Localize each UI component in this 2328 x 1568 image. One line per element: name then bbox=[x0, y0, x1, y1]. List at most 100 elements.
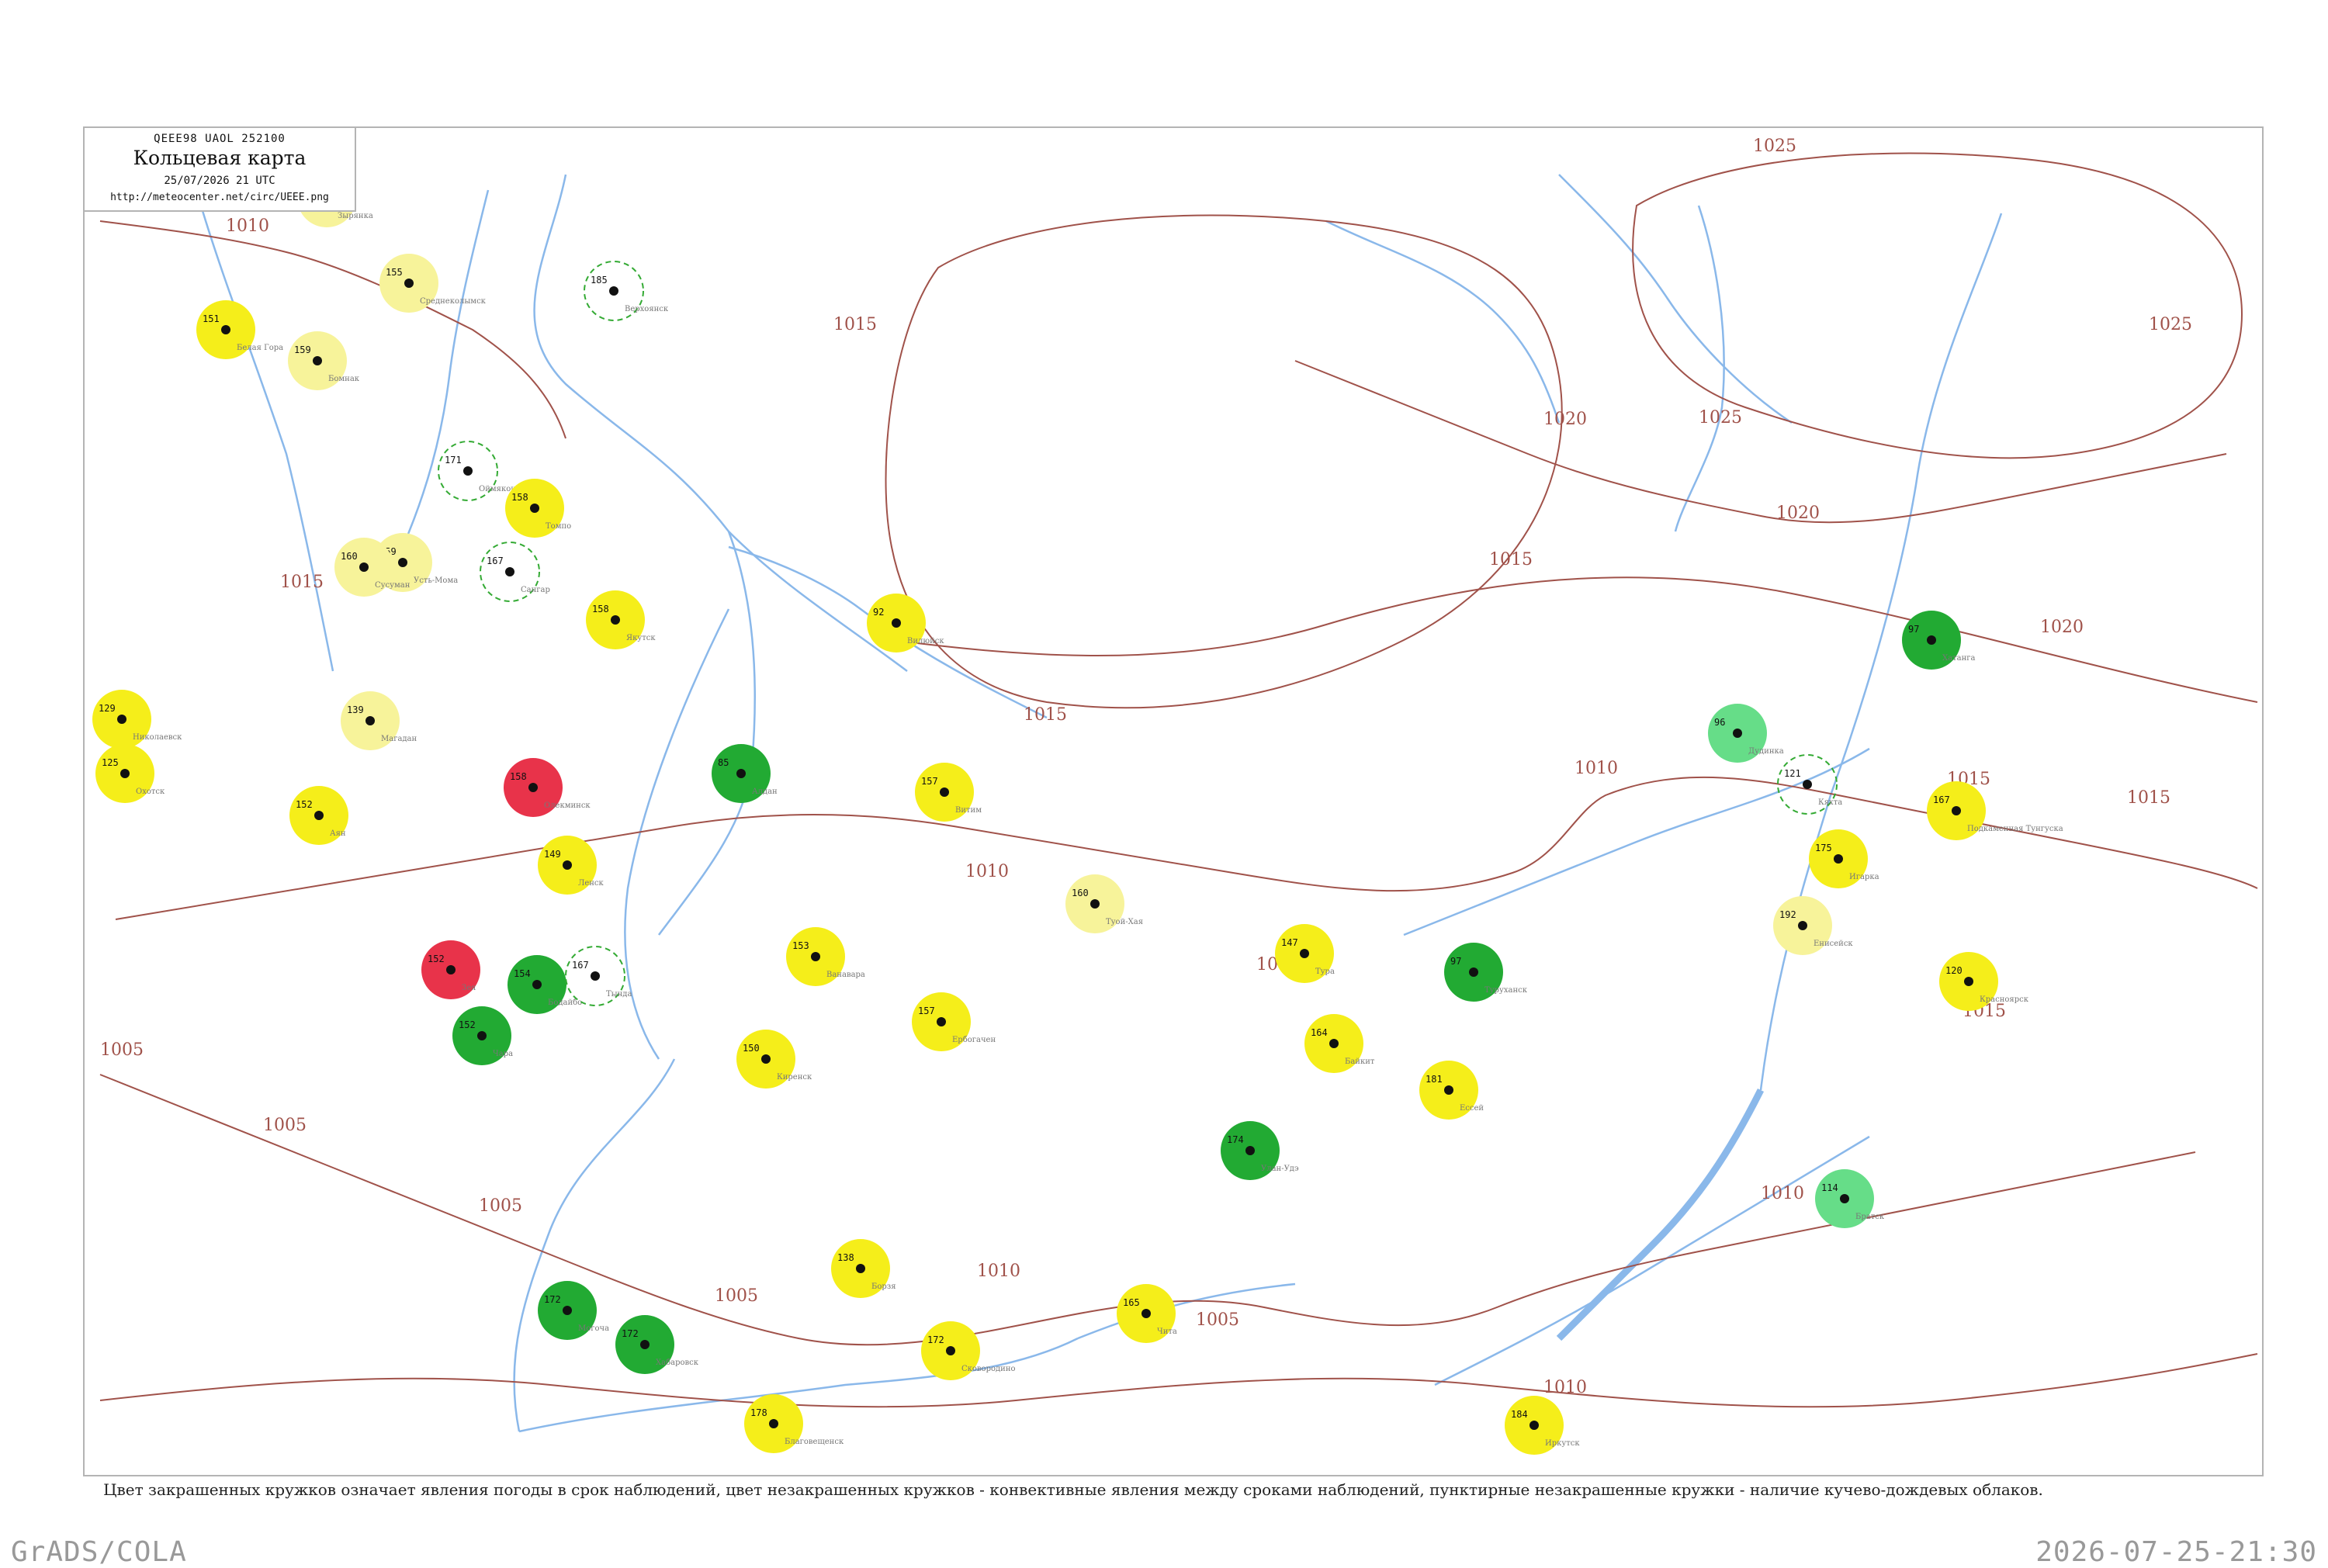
isobar-label: 1005 bbox=[1196, 1310, 1239, 1330]
station[interactable]: 97 Хатанга bbox=[1902, 611, 1975, 670]
station[interactable]: 165 Чита bbox=[1117, 1284, 1177, 1343]
station-value: 149 bbox=[544, 849, 561, 860]
station-value: 181 bbox=[1426, 1074, 1443, 1085]
station[interactable]: 175 Игарка bbox=[1809, 829, 1879, 888]
station[interactable]: 167 Тында bbox=[565, 946, 632, 1006]
station-name: Игарка bbox=[1849, 873, 1879, 881]
station-name: Якутск bbox=[626, 634, 656, 642]
station-name: Кяхта bbox=[1818, 798, 1842, 807]
station[interactable]: 152 Аян bbox=[289, 786, 348, 845]
station-dot-icon bbox=[1141, 1309, 1151, 1318]
station-value: 157 bbox=[918, 1006, 935, 1016]
station[interactable]: 121 Кяхта bbox=[1777, 754, 1842, 815]
station-value: 175 bbox=[1815, 843, 1832, 853]
station-name: Туой-Хая bbox=[1106, 918, 1143, 926]
station-name: Борзя bbox=[871, 1282, 896, 1291]
station[interactable]: 153 Ванавара bbox=[786, 927, 865, 986]
footer-credit: GrADS/COLA bbox=[11, 1536, 187, 1568]
station[interactable]: 114 Братск bbox=[1815, 1169, 1885, 1228]
station[interactable]: 92 Вилюйск bbox=[867, 594, 944, 652]
station[interactable]: 129 Николаевск bbox=[92, 690, 182, 749]
station[interactable]: 152 Чара bbox=[452, 1006, 513, 1065]
station-name: Зея bbox=[462, 984, 476, 992]
station-name: Вилюйск bbox=[907, 637, 944, 646]
station-dot-icon bbox=[736, 769, 746, 778]
isobar-label: 1010 bbox=[977, 1262, 1020, 1281]
station-name: Магадан bbox=[381, 735, 417, 743]
station[interactable]: 96 Дудинка bbox=[1708, 704, 1784, 763]
station[interactable]: 158 Якутск bbox=[586, 590, 656, 649]
isobar-label: 1025 bbox=[1753, 137, 1796, 156]
station[interactable]: 125 Охотск bbox=[95, 744, 165, 803]
station[interactable]: 192 Енисейск bbox=[1773, 896, 1853, 955]
bulletin-code: QEEE98 UAOL 252100 bbox=[154, 133, 286, 145]
station-name: Чита bbox=[1157, 1327, 1177, 1336]
station[interactable]: 152 Зея bbox=[421, 940, 480, 999]
isobar-label: 1005 bbox=[100, 1040, 144, 1060]
station[interactable]: 158 Олекминск bbox=[504, 758, 591, 817]
station-name: Братск bbox=[1855, 1213, 1885, 1221]
station-dot-icon bbox=[892, 618, 901, 628]
isobar-1005-bottom bbox=[99, 1353, 2258, 1408]
river-shilka bbox=[1077, 1282, 1296, 1340]
station[interactable]: 181 Ессей bbox=[1419, 1061, 1484, 1120]
station[interactable]: 178 Благовещенск bbox=[744, 1394, 844, 1453]
station-dot-icon bbox=[1840, 1194, 1849, 1203]
station-value: 129 bbox=[99, 703, 116, 714]
station[interactable]: 172 Хабаровск bbox=[615, 1315, 699, 1374]
station[interactable]: 147 Тура bbox=[1275, 924, 1335, 983]
station-value: 92 bbox=[873, 607, 884, 618]
station-dot-icon bbox=[761, 1054, 771, 1064]
station[interactable]: 157 Ербогачен bbox=[912, 992, 996, 1051]
station[interactable]: 85 Алдан bbox=[712, 744, 778, 803]
station[interactable]: 159 Бомнак bbox=[288, 331, 360, 390]
station-dot-icon bbox=[365, 716, 375, 725]
station-value: 155 bbox=[386, 267, 403, 278]
station-dot-icon bbox=[528, 783, 538, 792]
station-dot-icon bbox=[221, 325, 230, 334]
station-dot-icon bbox=[811, 952, 820, 961]
isobar-1015-loop bbox=[885, 214, 1563, 709]
station-value: 97 bbox=[1908, 624, 1919, 635]
station-value: 172 bbox=[544, 1294, 561, 1305]
station[interactable]: 160 Туой-Хая bbox=[1065, 874, 1143, 933]
station[interactable]: 150 Киренск bbox=[736, 1030, 812, 1089]
isobar-label: 1020 bbox=[2040, 618, 2084, 637]
station-value: 121 bbox=[1784, 768, 1801, 779]
station-dot-icon bbox=[359, 562, 369, 572]
map-title-box: QEEE98 UAOL 252100 Кольцевая карта 25/07… bbox=[83, 126, 356, 212]
station[interactable]: 154Бодайбо bbox=[508, 955, 582, 1014]
station[interactable]: 171Оймякон bbox=[438, 441, 516, 501]
station[interactable]: 172 Могоча bbox=[538, 1281, 609, 1340]
station[interactable]: 139 Магадан bbox=[341, 691, 417, 750]
station[interactable]: 120 Красноярск bbox=[1939, 952, 2029, 1011]
station[interactable]: 151 Белая Гора bbox=[196, 300, 283, 359]
station-dot-icon bbox=[1803, 780, 1812, 789]
station[interactable]: 158 Томпо bbox=[505, 479, 571, 538]
isobar-label: 1015 bbox=[1024, 705, 1067, 725]
station-value: 172 bbox=[622, 1328, 639, 1339]
station[interactable]: 174 Улан-Удэ bbox=[1221, 1121, 1299, 1180]
station[interactable]: 149 Ленск bbox=[538, 836, 605, 895]
station[interactable]: 138 Борзя bbox=[831, 1239, 896, 1298]
weather-map: 1005 1005 1005 1005 1005 1010 1010 1010 … bbox=[83, 126, 2264, 1476]
station[interactable]: 167 Подкаменная Тунгуска bbox=[1927, 781, 2063, 840]
station-name: Подкаменная Тунгуска bbox=[1967, 825, 2063, 833]
station-name: Благовещенск bbox=[785, 1438, 844, 1446]
station[interactable]: 184 Иркутск bbox=[1505, 1396, 1580, 1455]
station[interactable]: 157 Витим bbox=[915, 763, 982, 822]
station-value: 158 bbox=[511, 492, 528, 503]
station-value: 164 bbox=[1311, 1027, 1328, 1038]
legend-caption: Цвет закрашенных кружков означает явлени… bbox=[103, 1480, 2043, 1499]
station-name: Могоча bbox=[578, 1324, 609, 1333]
station-dot-icon bbox=[505, 567, 514, 576]
station[interactable]: 97 Туруханск bbox=[1444, 943, 1528, 1002]
station-name: Алдан bbox=[752, 787, 778, 796]
station[interactable]: 185 Верхоянск bbox=[584, 261, 669, 321]
station[interactable]: 164 Байкит bbox=[1304, 1014, 1375, 1073]
station[interactable]: 167 Сангар bbox=[480, 542, 550, 602]
station-dot-icon bbox=[591, 971, 600, 981]
station-name: Дудинка bbox=[1748, 747, 1784, 756]
river-amur bbox=[513, 1058, 676, 1432]
station[interactable]: 172 Сковородино bbox=[921, 1321, 1016, 1380]
